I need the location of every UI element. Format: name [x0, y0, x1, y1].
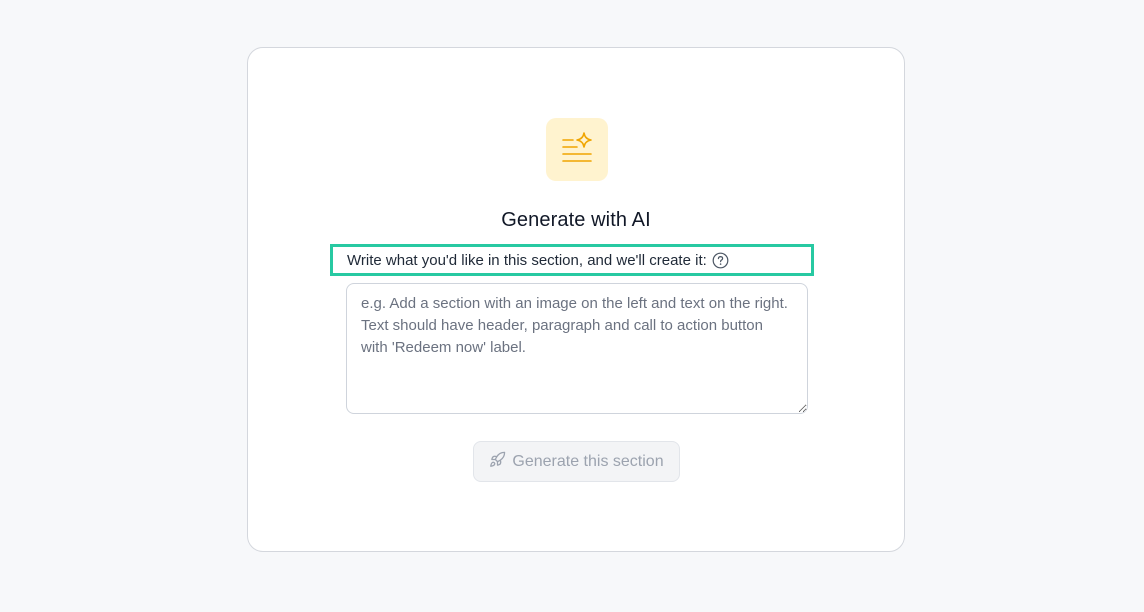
generate-section-label: Generate this section	[512, 452, 664, 470]
dialog-title: Generate with AI	[501, 209, 651, 231]
generate-ai-card: Generate with AI Write what you'd like i…	[247, 47, 905, 552]
prompt-label-text: Write what you'd like in this section, a…	[347, 251, 707, 269]
prompt-textarea[interactable]	[346, 283, 808, 414]
question-circle-icon[interactable]	[712, 252, 729, 269]
text-sparkle-icon	[560, 130, 594, 169]
ai-generate-badge	[546, 118, 608, 181]
prompt-label: Write what you'd like in this section, a…	[330, 244, 814, 276]
generate-section-button[interactable]: Generate this section	[473, 441, 680, 482]
rocket-icon	[489, 451, 506, 473]
